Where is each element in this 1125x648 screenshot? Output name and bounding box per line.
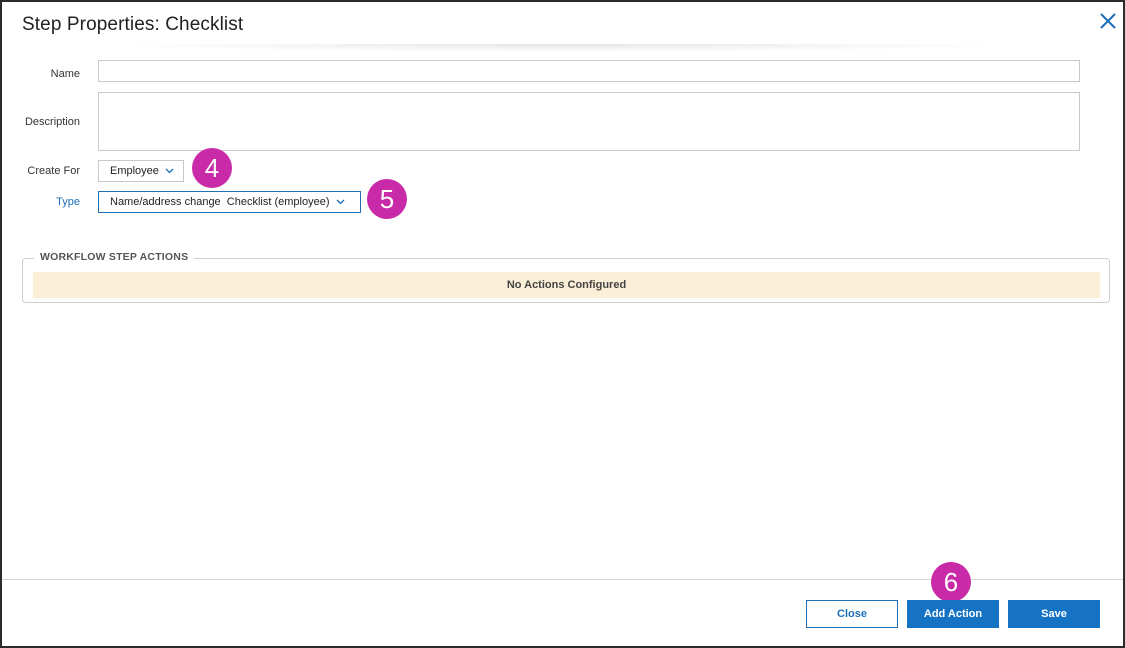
- type-select[interactable]: Name/address change Checklist (employee): [98, 191, 361, 213]
- name-input[interactable]: [98, 60, 1080, 82]
- type-value: Name/address change Checklist (employee): [110, 196, 330, 208]
- dialog-title: Step Properties: Checklist: [22, 14, 244, 35]
- name-label: Name: [50, 68, 80, 80]
- header-divider: [102, 44, 1022, 52]
- save-button[interactable]: Save: [1008, 600, 1100, 628]
- add-action-button[interactable]: Add Action: [907, 600, 999, 628]
- description-label: Description: [24, 116, 80, 128]
- workflow-step-actions-section: WORKFLOW STEP ACTIONS No Actions Configu…: [22, 251, 1110, 303]
- callout-badge-4: 4: [192, 148, 232, 188]
- section-legend: WORKFLOW STEP ACTIONS: [34, 251, 195, 263]
- chevron-down-icon: [336, 199, 344, 205]
- create-for-value: Employee: [110, 165, 159, 177]
- create-for-select[interactable]: Employee: [98, 160, 184, 182]
- no-actions-banner: No Actions Configured: [33, 272, 1100, 298]
- create-for-label: Create For: [27, 165, 80, 177]
- close-icon[interactable]: [1097, 10, 1119, 32]
- callout-badge-5: 5: [367, 179, 407, 219]
- close-button[interactable]: Close: [806, 600, 898, 628]
- callout-badge-6: 6: [931, 562, 971, 602]
- description-input[interactable]: [98, 92, 1080, 151]
- step-properties-dialog: Step Properties: Checklist Name Descript…: [0, 0, 1125, 648]
- chevron-down-icon: [165, 168, 174, 174]
- type-label: Type: [56, 196, 80, 208]
